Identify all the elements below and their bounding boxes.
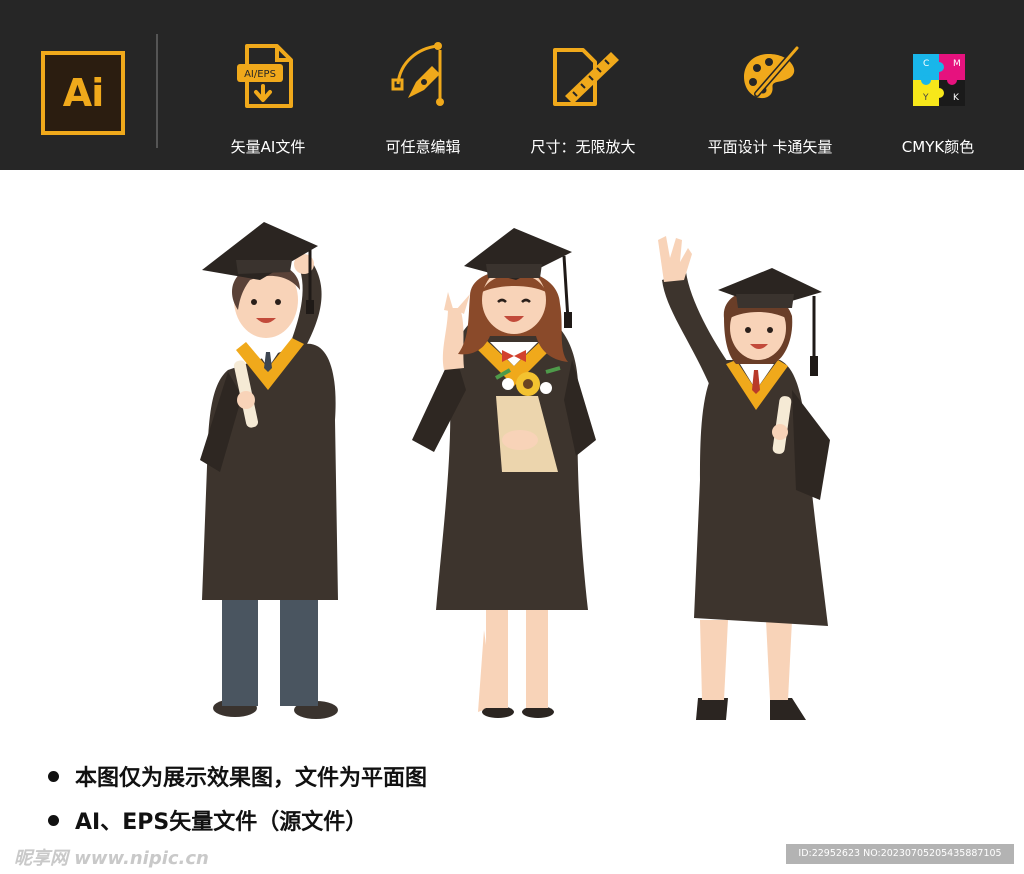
ai-eps-file-icon: AI/EPS	[237, 44, 293, 108]
graduate-girl-bouquet	[412, 228, 596, 718]
svg-text:M: M	[953, 59, 961, 69]
pen-tool-icon	[391, 42, 444, 106]
ruler-file-icon	[553, 48, 619, 106]
note-item: 本图仅为展示效果图，文件为平面图	[48, 760, 427, 792]
feature-cmyk: C M Y K CMYK颜色	[853, 40, 1023, 157]
note-text: AI、EPS矢量文件（源文件）	[75, 810, 368, 835]
feature-label: 平面设计 卡通矢量	[707, 138, 833, 156]
svg-text:C: C	[923, 59, 929, 69]
bullet-icon	[48, 770, 59, 782]
cmyk-puzzle-icon: C M Y K	[913, 54, 965, 106]
header-bar: Ai AI/EPS 矢量AI文件 可任意编辑 尺寸：无限放大 平面设计 卡通矢量…	[0, 0, 1024, 170]
feature-label: 矢量AI文件	[230, 138, 306, 156]
feature-vector-ai-file: AI/EPS 矢量AI文件	[183, 40, 353, 157]
note-text: 本图仅为展示效果图，文件为平面图	[75, 766, 428, 791]
feature-infinite-size: 尺寸：无限放大	[498, 40, 668, 157]
graduates-illustration	[200, 222, 830, 720]
feature-label: 可任意编辑	[385, 138, 461, 156]
bullet-icon	[48, 814, 59, 826]
feature-flat-design: 平面设计 卡通矢量	[685, 40, 855, 157]
image-id-bar: ID:22952623 NO:20230705205435887105	[786, 844, 1014, 864]
palette-brush-icon	[744, 45, 800, 99]
header-divider	[156, 34, 158, 148]
graduate-boy	[200, 222, 338, 719]
notes-list: 本图仅为展示效果图，文件为平面图 AI、EPS矢量文件（源文件）	[48, 760, 427, 848]
watermark-logo: 昵享网 www.nipic.cn	[14, 848, 209, 869]
svg-text:Y: Y	[922, 93, 929, 103]
ai-logo: Ai	[41, 51, 125, 135]
note-item: AI、EPS矢量文件（源文件）	[48, 804, 427, 836]
feature-label: 尺寸：无限放大	[530, 138, 636, 156]
graduate-girl-waving	[658, 236, 830, 720]
feature-label: CMYK颜色	[901, 138, 975, 156]
feature-editable: 可任意编辑	[338, 40, 508, 157]
svg-text:AI/EPS: AI/EPS	[244, 69, 276, 80]
